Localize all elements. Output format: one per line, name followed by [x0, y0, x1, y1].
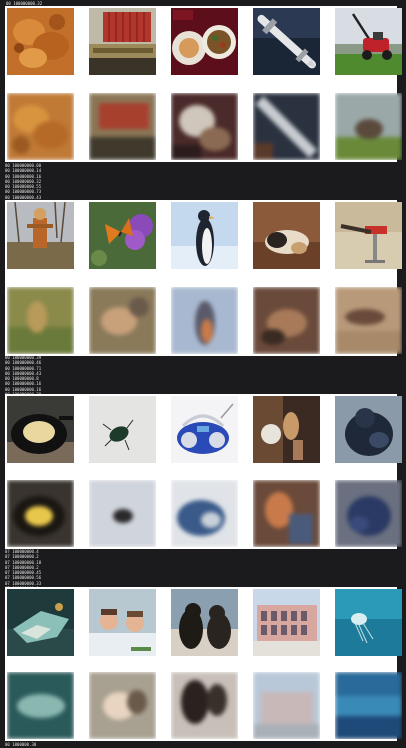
- reconstruction-image-container: [89, 93, 156, 160]
- reconstruction-image-dogs: [171, 672, 238, 739]
- reconstruction-image-kids: [89, 672, 156, 739]
- reconstruction-image-boombox: [171, 480, 238, 547]
- original-image-dog-sleeping: [253, 202, 320, 269]
- original-image-lawn-mower: [335, 8, 402, 75]
- reconstruction-image-plates: [171, 93, 238, 160]
- original-image-kids-bathtub: [89, 589, 156, 656]
- original-image-gym-equipment: [335, 202, 402, 269]
- reconstruction-image-coral: [7, 672, 74, 739]
- image-panel-1: [5, 6, 402, 162]
- reconstruction-image-building: [253, 672, 320, 739]
- original-image-missile: [253, 8, 320, 75]
- original-image-penguin: [171, 202, 238, 269]
- reconstruction-image-rider: [253, 480, 320, 547]
- original-image-two-dogs: [171, 589, 238, 656]
- original-image-shipping-container: [89, 8, 156, 75]
- reconstruction-image-pan: [7, 480, 74, 547]
- reconstruction-image-scarecrow: [7, 287, 74, 354]
- reconstruction-image-mower: [335, 93, 402, 160]
- original-image-jellyfish: [335, 589, 402, 656]
- original-image-scarecrow: [7, 202, 74, 269]
- image-panel-2: [5, 200, 402, 356]
- reconstruction-image-penguin: [171, 287, 238, 354]
- original-image-boombox: [171, 396, 238, 463]
- original-image-food-plates: [171, 8, 238, 75]
- reconstruction-image-gorilla: [335, 480, 402, 547]
- reconstruction-image-butterfly: [89, 287, 156, 354]
- reconstruction-image-gym: [335, 287, 402, 354]
- original-image-coral-fish: [7, 589, 74, 656]
- original-image-building: [253, 589, 320, 656]
- reconstruction-image-missile: [253, 93, 320, 160]
- original-image-butterfly-flowers: [89, 202, 156, 269]
- log-block-3: 07 100000000.4 07 100000000.2 07 1000000…: [5, 549, 65, 591]
- original-image-frying-pan-rice: [7, 396, 74, 463]
- reconstruction-image-jellyfish: [335, 672, 402, 739]
- image-panel-3: [5, 394, 402, 549]
- original-image-fried-food: [7, 8, 74, 75]
- footer-log-line: 00 1000000.30: [5, 742, 37, 747]
- original-image-rider: [253, 396, 320, 463]
- image-panel-4: [5, 587, 402, 741]
- reconstruction-image-dog: [253, 287, 320, 354]
- reconstruction-image-beetle: [89, 480, 156, 547]
- reconstruction-image-fried-food: [7, 93, 74, 160]
- original-image-gorilla: [335, 396, 402, 463]
- original-image-beetle: [89, 396, 156, 463]
